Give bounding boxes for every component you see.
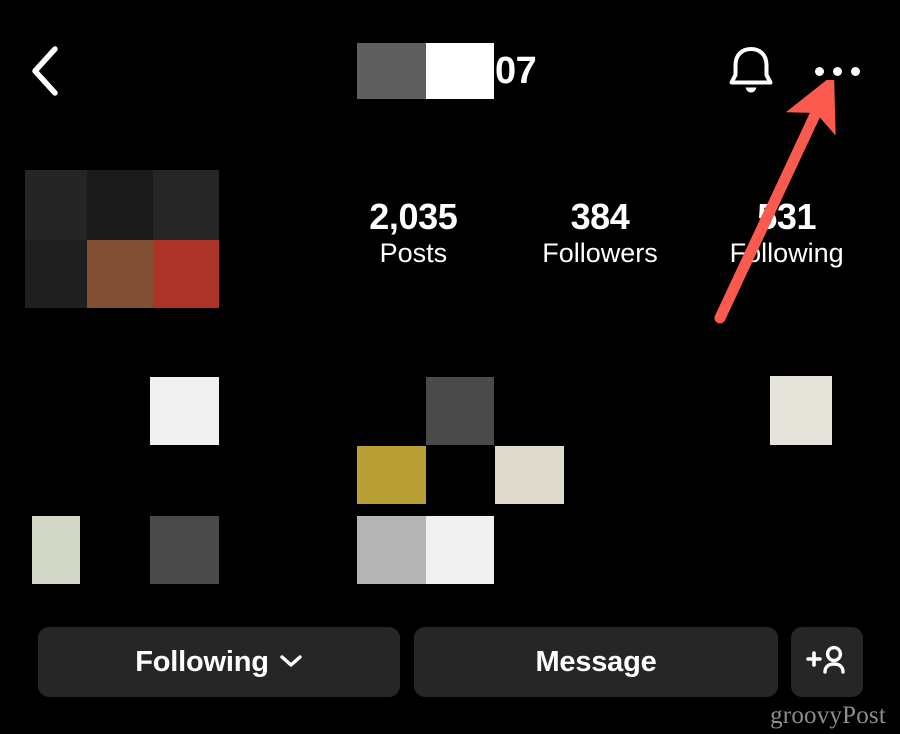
profile-header: 07	[0, 0, 900, 140]
bio-redaction-block	[495, 446, 564, 504]
back-button[interactable]	[14, 42, 76, 104]
stat-following[interactable]: 531 Following	[693, 198, 880, 271]
stat-followers[interactable]: 384 Followers	[507, 198, 694, 271]
add-person-button[interactable]	[791, 627, 863, 697]
username-visible-text: 07	[495, 50, 537, 92]
avatar-block	[87, 240, 153, 308]
add-person-icon	[804, 644, 850, 681]
stat-posts-label: Posts	[379, 238, 448, 269]
more-options-icon-dot-3	[850, 66, 860, 76]
username-redaction-block-1	[357, 43, 426, 99]
message-button[interactable]: Message	[414, 627, 778, 697]
more-options-icon-dot-2	[832, 66, 842, 76]
bio-redaction-block	[357, 516, 426, 584]
bio-redaction-block	[150, 516, 219, 584]
instagram-profile-screen: 07 2,035 Posts 384 Followers 531 Followi…	[0, 0, 900, 734]
avatar-block	[153, 170, 219, 240]
bio-redaction-block	[426, 516, 494, 584]
bio-redaction-block	[150, 377, 219, 445]
profile-stats: 2,035 Posts 384 Followers 531 Following	[320, 198, 880, 271]
following-button-label: Following	[135, 645, 269, 678]
notifications-button[interactable]	[722, 42, 780, 100]
bio-redaction-block	[426, 377, 494, 445]
chevron-left-icon	[28, 45, 62, 102]
bio-redaction-block	[770, 376, 832, 445]
watermark: groovyPost	[770, 702, 886, 729]
avatar-block	[153, 240, 219, 308]
bio-redaction-block	[357, 446, 426, 504]
avatar-block	[25, 170, 87, 240]
stat-followers-label: Followers	[542, 238, 658, 269]
more-options-button[interactable]	[808, 44, 866, 98]
more-options-icon-dot-1	[814, 66, 824, 76]
bio-redaction-block	[32, 516, 80, 584]
stat-following-value: 531	[757, 196, 817, 237]
avatar-block	[25, 240, 87, 308]
username-redaction-block-2	[426, 43, 494, 99]
username-title: 07	[357, 43, 537, 99]
chevron-down-icon	[279, 653, 303, 672]
stat-followers-value: 384	[570, 196, 630, 237]
following-button[interactable]: Following	[38, 627, 400, 697]
bell-icon	[726, 42, 776, 101]
stat-posts[interactable]: 2,035 Posts	[320, 198, 507, 271]
stat-following-label: Following	[729, 238, 844, 269]
stat-posts-value: 2,035	[369, 196, 458, 237]
avatar-block	[87, 170, 153, 240]
profile-action-buttons: Following Message	[0, 627, 900, 697]
message-button-label: Message	[535, 645, 657, 678]
profile-avatar[interactable]	[25, 170, 219, 308]
